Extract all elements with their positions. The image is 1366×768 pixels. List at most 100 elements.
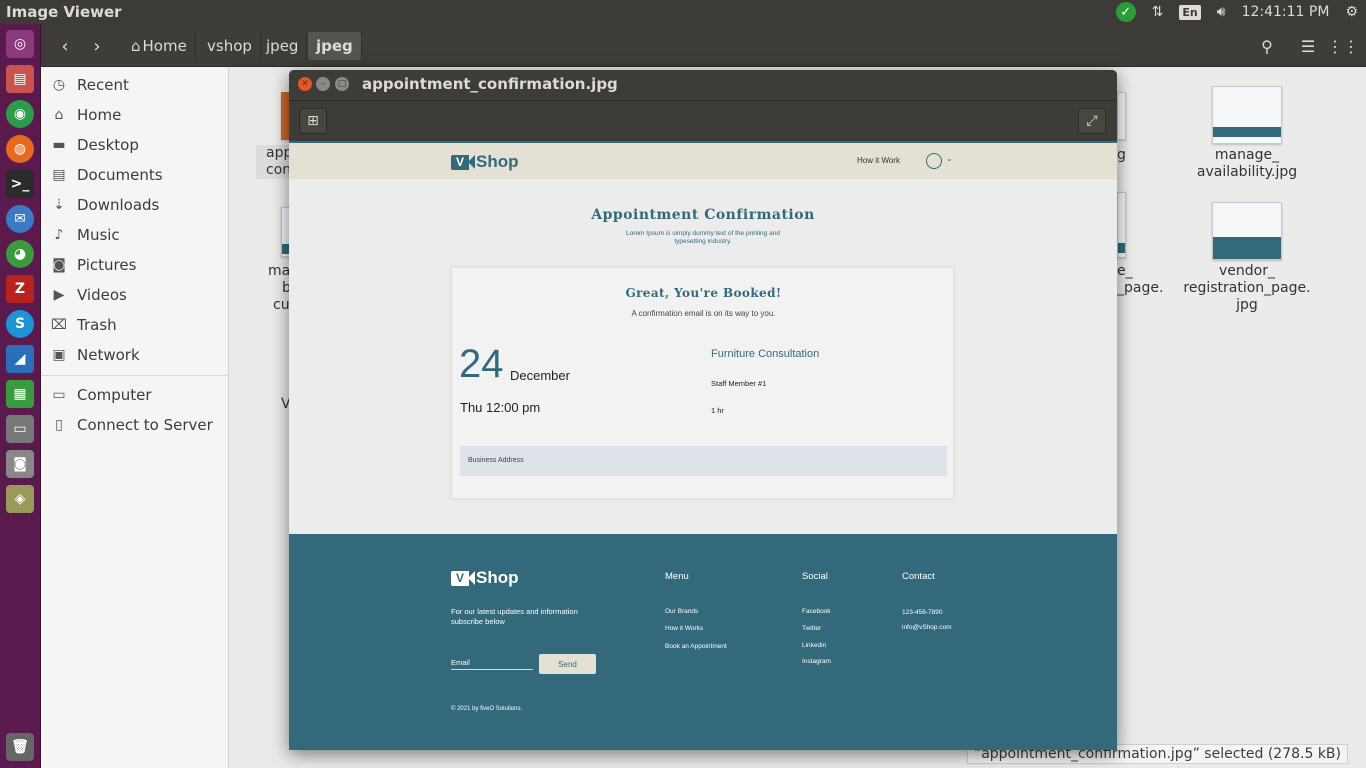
footer-vshop-logo: V Shop: [451, 568, 519, 588]
breadcrumb-jpeg-current[interactable]: jpeg: [308, 32, 362, 60]
settings-gear-icon[interactable]: ⚙: [1345, 4, 1358, 20]
breadcrumb-jpeg[interactable]: jpeg: [258, 32, 308, 60]
volume-icon[interactable]: 🔊︎: [1217, 4, 1226, 20]
footer-link: Book an Appointment: [665, 643, 727, 650]
top-panel: Image Viewer ✓ ⇅ En 🔊︎ 12:41:11 PM ⚙: [0, 0, 1366, 24]
forward-button[interactable]: ›: [81, 32, 113, 60]
user-avatar-icon: [926, 153, 942, 169]
files-icon[interactable]: ▤: [6, 65, 34, 93]
file-thumbnail[interactable]: [1117, 192, 1126, 258]
trash-icon[interactable]: 🗑︎: [6, 733, 34, 761]
footer-email: info@vShop.com: [902, 624, 952, 631]
skype-icon[interactable]: S: [6, 310, 34, 338]
booking-card: Great, You're Booked! A conﬁrmation emai…: [451, 267, 954, 499]
displayed-image: V Shop How it Work ⌄ Appointment Confirma…: [289, 141, 1117, 750]
nav-how-it-work: How it Work: [857, 156, 900, 165]
business-address: Business Address: [460, 446, 947, 476]
ubuntu-dash-icon[interactable]: ◎: [6, 30, 34, 58]
file-name-partial[interactable]: _page.: [1117, 280, 1167, 297]
firefox-icon[interactable]: ◍: [6, 135, 34, 163]
sidebar-item-music[interactable]: ♪ Music: [41, 220, 229, 250]
file-manager-header: ‹ › ⌂ Home vshop jpeg jpeg ⚲ ☰ ⋮⋮: [41, 24, 1366, 67]
spreadsheet-icon[interactable]: ▦: [6, 380, 34, 408]
viewer-titlebar[interactable]: ✕ – □ appointment_confirmation.jpg: [289, 70, 1117, 100]
sidebar-item-home[interactable]: ⌂ Home: [41, 100, 229, 130]
appointment-time: Thu 12:00 pm: [460, 400, 541, 415]
thunderbird-icon[interactable]: ✉: [6, 205, 34, 233]
folder-icon: ▬: [52, 137, 66, 153]
sidebar-item-trash[interactable]: ⌧ Trash: [41, 310, 229, 340]
chevron-down-icon: ⌄: [946, 154, 953, 163]
file-name-vendor-registration[interactable]: vendor_ registration_page. jpg: [1177, 263, 1317, 314]
footer-link: Our Brands: [665, 608, 699, 615]
footer-contact-heading: Contact: [902, 571, 935, 582]
network-icon: ▣: [52, 347, 66, 363]
server-icon: ▯: [55, 417, 63, 433]
menu-grid-icon[interactable]: ⋮⋮: [1327, 32, 1359, 60]
filezilla-icon[interactable]: Z: [6, 275, 34, 303]
chrome-icon[interactable]: ◕: [6, 240, 34, 268]
newsletter-text: For our latest updates and information s…: [451, 607, 578, 626]
minimize-button[interactable]: –: [316, 77, 330, 91]
appointment-day: 24: [459, 342, 504, 386]
launcher: ◎ ▤ ◉ ◍ >_ ✉ ◕ Z S ◢ ▦ ▭ ◙ ◈ 🗑︎: [0, 24, 41, 768]
computer-icon: ▭: [52, 387, 66, 403]
breadcrumb-vshop[interactable]: vshop: [199, 32, 261, 60]
fullscreen-button[interactable]: ⤢: [1078, 108, 1106, 134]
footer-link: Linkedin: [802, 642, 827, 649]
footer-link: Twitter: [802, 625, 822, 632]
sidebar-item-connect-to-server[interactable]: ▯ Connect to Server: [41, 410, 229, 440]
staff-member: Staff Member #1: [711, 379, 767, 388]
copyright: © 2021 by fiveO Solutions.: [451, 706, 523, 712]
trash-icon: ⌧: [50, 317, 68, 333]
appointment-month: December: [510, 368, 570, 383]
terminal-icon[interactable]: >_: [6, 170, 34, 198]
booking-card-title: Great, You're Booked!: [625, 286, 782, 300]
keyboard-layout-indicator[interactable]: En: [1179, 4, 1201, 20]
screenshot-icon[interactable]: ◙: [6, 450, 34, 478]
footer-link: Instagram: [802, 658, 831, 665]
viewer-title: appointment_confirmation.jpg: [362, 75, 618, 93]
file-name-manage-availability[interactable]: manage_ availability.jpg: [1177, 147, 1317, 181]
file-name-partial[interactable]: e_: [1117, 263, 1137, 280]
file-thumbnail-vendor-registration[interactable]: [1212, 202, 1282, 260]
sidebar-item-desktop[interactable]: ▬ Desktop: [41, 130, 229, 160]
search-icon[interactable]: ⚲: [1252, 32, 1282, 60]
send-button: Send: [539, 654, 596, 674]
sidebar-item-downloads[interactable]: ⇣ Downloads: [41, 190, 229, 220]
file-thumbnail-manage-availability[interactable]: [1212, 86, 1282, 144]
sidebar-item-pictures[interactable]: ◙ Pictures: [41, 250, 229, 280]
back-button[interactable]: ‹: [49, 32, 81, 60]
sidebar-item-recent[interactable]: ◷ Recent: [41, 70, 229, 100]
file-name-partial[interactable]: app conf: [256, 145, 296, 179]
image-viewer-icon[interactable]: ◈: [6, 485, 34, 513]
clock[interactable]: 12:41:11 PM: [1242, 4, 1330, 20]
gallery-toggle-button[interactable]: ⊞: [299, 108, 327, 134]
footer-link: Facebook: [802, 608, 831, 615]
email-field: Email: [451, 658, 533, 670]
image-navbar: V Shop How it Work ⌄: [289, 141, 1117, 179]
clock-icon: ◷: [52, 77, 66, 93]
vscode-icon[interactable]: ◢: [6, 345, 34, 373]
duration: 1 hr: [711, 406, 724, 415]
list-view-icon[interactable]: ☰: [1293, 32, 1323, 60]
file-thumbnail[interactable]: [1117, 92, 1126, 140]
file-name-partial[interactable]: g: [1117, 147, 1137, 164]
page-title: Appointment Confirmation: [591, 207, 815, 223]
sidebar-item-videos[interactable]: ▶ Videos: [41, 280, 229, 310]
scanner-icon[interactable]: ▭: [6, 415, 34, 443]
home-icon: ⌂: [131, 37, 141, 55]
vshop-logo: V Shop: [451, 152, 519, 172]
booking-card-subtitle: A conﬁrmation email is on its way to you…: [631, 309, 776, 318]
sidebar-divider: [41, 375, 229, 376]
network-indicator-icon[interactable]: ⇅: [1152, 4, 1164, 20]
document-icon: ▤: [52, 167, 66, 183]
vpn-icon[interactable]: ◉: [6, 100, 34, 128]
update-indicator-icon[interactable]: ✓: [1115, 2, 1136, 22]
sidebar-item-computer[interactable]: ▭ Computer: [41, 380, 229, 410]
close-button[interactable]: ✕: [298, 77, 312, 91]
sidebar-item-documents[interactable]: ▤ Documents: [41, 160, 229, 190]
breadcrumb-home[interactable]: ⌂ Home: [123, 32, 196, 60]
sidebar-item-network[interactable]: ▣ Network: [41, 340, 229, 370]
maximize-button[interactable]: □: [335, 77, 349, 91]
